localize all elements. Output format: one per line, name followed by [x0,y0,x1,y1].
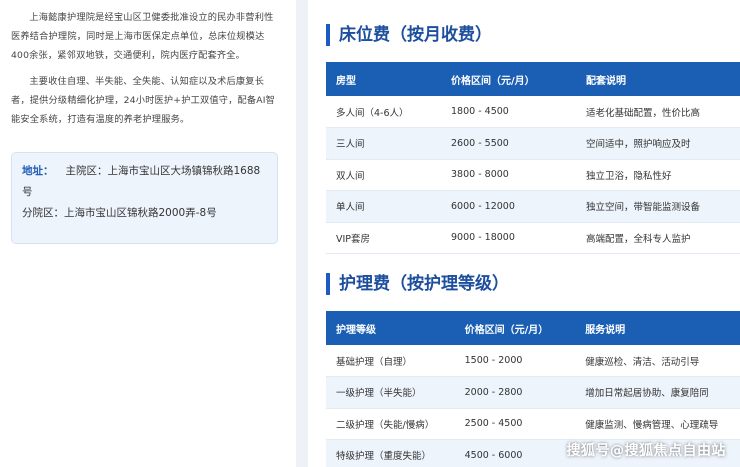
address-branch: 分院区：上海市宝山区锦秋路2000弄-8号 [22,207,217,219]
table-header-row: 房型 价格区间（元/月） 配套说明 [326,62,740,96]
room-type-cell: 单人间 [326,190,441,223]
header-description: 配套说明 [576,62,740,96]
address-main-text: 主院区：上海市宝山区大场镇锦秋路1688号 [22,165,261,198]
care-level-cell: 基础护理（自理） [326,345,455,377]
table-header-row: 护理等级 价格区间（元/月） 服务说明 [326,311,740,345]
description-cell: 高端配置，全科专人监护 [576,222,740,254]
care-level-cell: 特级护理（重度失能） [326,439,455,467]
room-type-cell: 多人间（4-6人） [326,96,441,128]
table-row: 二级护理（失能/慢病） 2500 - 4500 健康监测、慢病管理、心理疏导 [326,408,740,440]
care-level-cell: 一级护理（半失能） [326,376,455,409]
left-column: 上海懿康护理院是经宝山区卫健委批准设立的民办非营利性医养结合护理院，同时是上海市… [0,0,296,467]
bed-fee-table: 房型 价格区间（元/月） 配套说明 多人间（4-6人） 1800 - 4500 … [326,62,740,254]
table-row: 单人间 6000 - 12000 独立空间，带智能监测设备 [326,190,740,223]
watermark: 搜狐号@搜狐焦点自由站 [566,443,726,459]
description-cell: 适老化基础配置，性价比高 [576,96,740,128]
right-column: 床位费（按月收费） 房型 价格区间（元/月） 配套说明 多人间（4-6人） 18… [308,0,740,467]
column-divider [296,0,308,467]
service-cell: 健康监测、慢病管理、心理疏导 [575,408,740,440]
table-row: 三人间 2600 - 5500 空间适中，照护响应及时 [326,127,740,160]
price-cell: 4500 - 6000 [454,439,576,467]
header-room-type: 房型 [326,62,441,96]
intro-text: 上海懿康护理院是经宝山区卫健委批准设立的民办非营利性医养结合护理院，同时是上海市… [11,8,281,136]
service-cell: 增加日常起居协助、康复陪同 [575,376,740,409]
table-row: 一级护理（半失能） 2000 - 2800 增加日常起居协助、康复陪同 [326,376,740,409]
care-level-cell: 二级护理（失能/慢病） [326,408,455,440]
table-row: VIP套房 9000 - 18000 高端配置，全科专人监护 [326,222,740,254]
description-cell: 独立卫浴，隐私性好 [576,159,740,191]
intro-paragraph-2: 主要收住自理、半失能、全失能、认知症以及术后康复长者，提供分级精细化护理，24小… [11,76,276,125]
price-cell: 2600 - 5500 [441,127,576,160]
header-price-range: 价格区间（元/月） [441,62,576,96]
table-row: 基础护理（自理） 1500 - 2000 健康巡检、清洁、活动引导 [326,345,740,377]
room-type-cell: VIP套房 [326,222,441,254]
care-fee-title: 护理费（按护理等级） [326,273,509,295]
intro-paragraph-1: 上海懿康护理院是经宝山区卫健委批准设立的民办非营利性医养结合护理院，同时是上海市… [11,12,274,61]
description-cell: 独立空间，带智能监测设备 [576,190,740,223]
address-label: 地址： [22,165,54,177]
price-cell: 2500 - 4500 [454,408,576,440]
price-cell: 6000 - 12000 [441,190,576,223]
description-cell: 空间适中，照护响应及时 [576,127,740,160]
price-cell: 3800 - 8000 [441,159,576,191]
service-cell: 健康巡检、清洁、活动引导 [575,345,740,377]
price-cell: 2000 - 2800 [454,376,576,409]
room-type-cell: 双人间 [326,159,441,191]
header-service-description: 服务说明 [575,311,740,345]
price-cell: 9000 - 18000 [441,222,576,254]
table-row: 多人间（4-6人） 1800 - 4500 适老化基础配置，性价比高 [326,96,740,128]
table-row: 双人间 3800 - 8000 独立卫浴，隐私性好 [326,159,740,191]
address-main: 地址： 主院区：上海市宝山区大场镇锦秋路1688号 [22,161,267,203]
header-price-range: 价格区间（元/月） [454,311,576,345]
address-box: 地址： 主院区：上海市宝山区大场镇锦秋路1688号 分院区：上海市宝山区锦秋路20… [11,152,278,244]
room-type-cell: 三人间 [326,127,441,160]
bed-fee-title: 床位费（按月收费） [326,24,492,46]
price-cell: 1500 - 2000 [454,345,576,377]
header-care-level: 护理等级 [326,311,455,345]
price-cell: 1800 - 4500 [441,96,576,128]
